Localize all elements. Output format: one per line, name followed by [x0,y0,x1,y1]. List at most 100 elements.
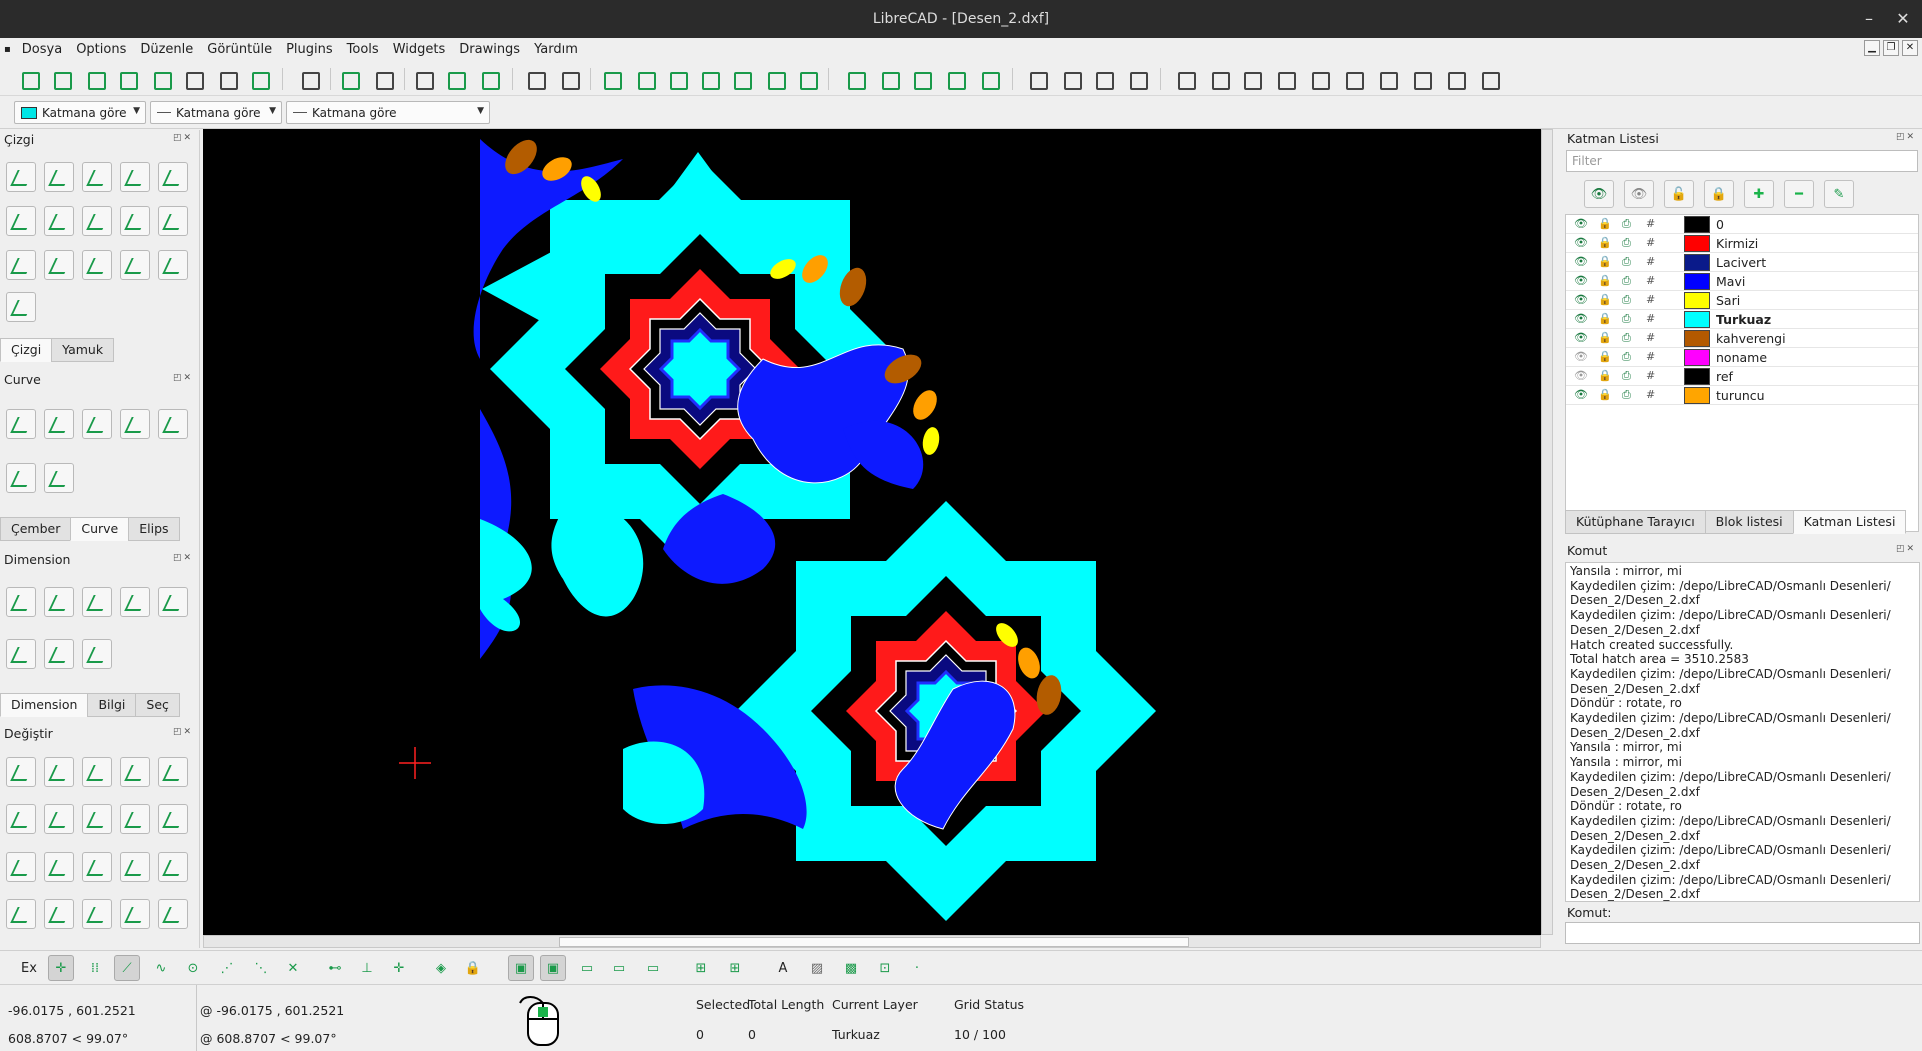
construction-icon[interactable]: # [1646,350,1655,363]
select-pointer-icon[interactable] [296,66,322,92]
lock-icon[interactable]: 🔒 [1598,236,1612,249]
dock-float-close-icons[interactable]: ◰✕ [173,133,193,143]
mdi-close-button[interactable]: ✕ [1902,40,1918,56]
app-menu-icon[interactable]: ▪ [0,44,15,55]
polygon-corner-tool[interactable] [158,250,188,280]
snap-intersection-icon[interactable]: ✕ [280,955,306,981]
save-all-icon[interactable] [180,66,206,92]
construction-icon[interactable]: # [1646,293,1655,306]
line-parallel-tool[interactable] [6,206,36,236]
tab-curve[interactable]: Curve [70,517,130,541]
snap-center-icon[interactable] [1306,66,1332,92]
print-icon[interactable]: ⎙ [1622,217,1631,231]
snap-endpoint-icon[interactable]: ⟋ [114,955,140,981]
menu-yardim[interactable]: Yardım [527,42,585,57]
dim-vertical-tool[interactable] [120,587,150,617]
snap-grid-icon[interactable]: ⁞⁞ [82,955,108,981]
layer-row[interactable]: 👁 🔒 ⎙ # Lacivert [1566,253,1918,272]
ellipse-arc-tool[interactable] [120,409,150,439]
redraw-icon[interactable] [598,66,624,92]
pen-width-select[interactable]: Katmana göre ▼ [150,101,282,124]
command-input[interactable] [1565,922,1920,944]
modify-rotate-tool[interactable] [158,757,188,787]
tab-layer-list[interactable]: Katman Listesi [1792,510,1907,534]
zoom-window-icon[interactable] [762,66,788,92]
layer-table[interactable]: 👁 🔒 ⎙ #0 👁 🔒 ⎙ # Kirmizi 👁 🔒 ⎙ # Lacivert 👁 🔒 ⎙ # Mavi 👁 🔒 ⎙ #… [1565,214,1919,532]
eye-icon[interactable]: 👁 [1574,350,1588,363]
lock-icon[interactable]: 🔒 [1598,331,1612,344]
layer-row[interactable]: 👁 🔒 ⎙ # Mavi [1566,272,1918,291]
dock-float-close-icons[interactable]: ◰✕ [1896,544,1916,554]
new-template-icon[interactable] [48,66,74,92]
tab-cizgi[interactable]: Çizgi [0,338,53,362]
snap-grid-icon[interactable] [1206,66,1232,92]
eye-icon[interactable]: 👁 [1574,293,1588,306]
arc-center-tool[interactable] [6,409,36,439]
text-tool-icon[interactable]: A [770,955,796,981]
menu-duzenle[interactable]: Düzenle [133,42,200,57]
order-bottom-icon[interactable] [1058,66,1084,92]
grid-toggle-icon[interactable] [522,66,548,92]
add-layer-button[interactable]: ✚ [1744,180,1774,208]
print-icon[interactable] [214,66,240,92]
order-top-icon[interactable] [1024,66,1050,92]
print-icon[interactable]: ⎙ [1622,274,1631,288]
layer-row[interactable]: 👁 🔒 ⎙ #0 [1566,215,1918,234]
line-angle-tool[interactable] [44,162,74,192]
modify-offset-tool[interactable] [6,852,36,882]
edit-layer-button[interactable]: ✎ [1824,180,1854,208]
lock-icon[interactable]: 🔒 [1598,369,1612,382]
eye-icon[interactable]: 👁 [1574,369,1588,382]
zoom-out-icon[interactable] [664,66,690,92]
dim-aligned-tool[interactable] [6,587,36,617]
pen-color-select[interactable]: Katmana göre ▼ [14,101,146,124]
print-icon[interactable]: ⎙ [1622,369,1631,383]
snap-entity-icon[interactable] [1272,66,1298,92]
tab-yamuk[interactable]: Yamuk [51,338,115,362]
dim-diametric-tool[interactable] [6,639,36,669]
arc-tangential-tool[interactable] [82,409,112,439]
cut-icon[interactable] [410,66,436,92]
construction-icon[interactable]: # [1646,217,1655,230]
remove-layer-button[interactable]: ━ [1784,180,1814,208]
modify-trim2-tool[interactable] [120,804,150,834]
view-button-2[interactable]: ▣ [540,955,566,981]
line-relative-angle-tool[interactable] [82,250,112,280]
layer-row[interactable]: 👁 🔒 ⎙ # Sari [1566,291,1918,310]
lock-icon[interactable]: 🔒 [1598,255,1612,268]
zoom-previous-icon[interactable] [728,66,754,92]
restrict-vertical-icon[interactable]: ⊥ [354,955,380,981]
print-icon[interactable]: ⎙ [1622,312,1631,326]
eye-icon[interactable]: 👁 [1574,236,1588,249]
mirror-icon[interactable] [942,66,968,92]
print-icon[interactable]: ⎙ [1622,236,1631,250]
rectangle-tool[interactable] [158,162,188,192]
line-parallel-through-tool[interactable] [44,206,74,236]
line-perpendicular-tool[interactable] [44,250,74,280]
show-all-layers-button[interactable]: 👁 [1584,180,1614,208]
save-as-icon[interactable] [148,66,174,92]
dim-horizontal-tool[interactable] [82,587,112,617]
mdi-minimize-button[interactable]: ▁ [1864,40,1880,56]
snap-free-icon[interactable]: ✛ [48,955,74,981]
snap-on-entity-icon[interactable]: ∿ [148,955,174,981]
spline-tool[interactable] [158,409,188,439]
tab-elips[interactable]: Elips [128,517,180,541]
construction-icon[interactable]: # [1646,369,1655,382]
scroll-thumb[interactable] [559,937,1189,947]
dock-float-close-icons[interactable]: ◰✕ [173,553,193,563]
modify-text-tool[interactable] [82,899,112,929]
add-layer-snap-icon[interactable]: ⊞ [688,955,714,981]
dim-angular-tool[interactable] [44,639,74,669]
view-button-3[interactable]: ▭ [574,955,600,981]
snap-distance-icon[interactable] [1374,66,1400,92]
hide-all-layers-button[interactable]: 👁 [1624,180,1654,208]
print-icon[interactable]: ⎙ [1622,350,1631,364]
add-block-snap-icon[interactable]: ⊞ [722,955,748,981]
dim-radial-tool[interactable] [158,587,188,617]
horizontal-scrollbar[interactable] [203,935,1541,948]
construction-icon[interactable]: # [1646,388,1655,401]
snap-intersection-icon[interactable] [1408,66,1434,92]
eye-icon[interactable]: 👁 [1574,274,1588,287]
freehand-line-tool[interactable] [44,463,74,493]
